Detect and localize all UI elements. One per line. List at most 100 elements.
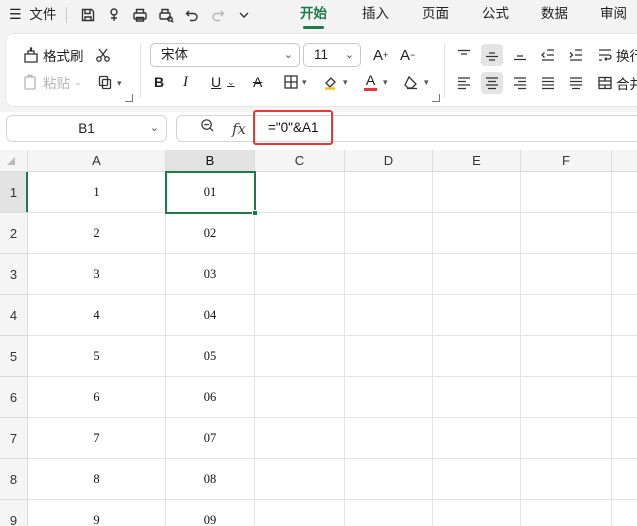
merge-cells-button[interactable]: 合并	[597, 72, 637, 94]
cell-c2[interactable]	[255, 213, 345, 254]
font-name-select[interactable]: 宋体 ⌄	[150, 43, 300, 67]
font-color-button[interactable]: A	[364, 71, 377, 93]
save-icon[interactable]	[78, 5, 98, 25]
print-icon[interactable]	[130, 5, 150, 25]
cell-b4[interactable]: 04	[166, 295, 255, 336]
cell-a4[interactable]: 4	[28, 295, 166, 336]
cell-e6[interactable]	[433, 377, 521, 418]
cell-g8[interactable]	[612, 459, 637, 500]
cell-e7[interactable]	[433, 418, 521, 459]
cell-d7[interactable]	[345, 418, 433, 459]
cell-e2[interactable]	[433, 213, 521, 254]
column-header-d[interactable]: D	[345, 150, 433, 172]
fill-color-icon[interactable]	[319, 71, 341, 93]
wrap-text-button[interactable]: 换行	[597, 44, 637, 66]
row-header-3[interactable]: 3	[0, 254, 28, 295]
paste-button[interactable]: 粘贴 ⌄	[22, 71, 82, 93]
decrease-indent-icon[interactable]	[537, 44, 559, 66]
cell-a5[interactable]: 5	[28, 336, 166, 377]
cell-b5[interactable]: 05	[166, 336, 255, 377]
cell-d5[interactable]	[345, 336, 433, 377]
cell-d3[interactable]	[345, 254, 433, 295]
cell-d9[interactable]	[345, 500, 433, 526]
borders-icon[interactable]	[280, 71, 302, 93]
cell-g2[interactable]	[612, 213, 637, 254]
align-bottom-icon[interactable]	[509, 44, 531, 66]
row-header-4[interactable]: 4	[0, 295, 28, 336]
cell-e8[interactable]	[433, 459, 521, 500]
bold-button[interactable]: B	[154, 71, 164, 93]
print-preview-icon[interactable]	[156, 5, 176, 25]
underline-button[interactable]: U ⌄	[211, 71, 235, 93]
cell-f6[interactable]	[521, 377, 612, 418]
column-header-e[interactable]: E	[433, 150, 521, 172]
clear-format-icon[interactable]	[400, 71, 422, 93]
zoom-out-icon[interactable]	[200, 118, 218, 138]
distributed-align-icon[interactable]	[565, 72, 587, 94]
cell-b3[interactable]: 03	[166, 254, 255, 295]
cell-g5[interactable]	[612, 336, 637, 377]
cell-a2[interactable]: 2	[28, 213, 166, 254]
copy-icon[interactable]	[94, 71, 116, 93]
cell-c9[interactable]	[255, 500, 345, 526]
cell-e1[interactable]	[433, 172, 521, 213]
cell-g1[interactable]	[612, 172, 637, 213]
cell-d1[interactable]	[345, 172, 433, 213]
cell-c7[interactable]	[255, 418, 345, 459]
cell-e4[interactable]	[433, 295, 521, 336]
row-header-1[interactable]: 1	[0, 172, 28, 213]
cell-c3[interactable]	[255, 254, 345, 295]
row-header-5[interactable]: 5	[0, 336, 28, 377]
cell-f4[interactable]	[521, 295, 612, 336]
tab-home[interactable]: 开始	[300, 0, 327, 30]
redo-icon[interactable]	[208, 5, 228, 25]
format-painter-button[interactable]: 格式刷	[22, 44, 84, 66]
undo-icon[interactable]	[182, 5, 202, 25]
column-header-f[interactable]: F	[521, 150, 612, 172]
cut-icon[interactable]	[92, 44, 114, 66]
fill-color-dropdown-icon[interactable]: ▾	[343, 71, 351, 93]
tab-data[interactable]: 数据	[541, 0, 568, 30]
cell-c5[interactable]	[255, 336, 345, 377]
cell-c8[interactable]	[255, 459, 345, 500]
cell-f5[interactable]	[521, 336, 612, 377]
cell-c6[interactable]	[255, 377, 345, 418]
spreadsheet-grid[interactable]: A B C D E F 1 1 01 2 2 02 3 3 03 4 4 04 5 5 05 6 6 06 7 7 07 8 8 08 9 9…	[0, 150, 637, 526]
row-header-9[interactable]: 9	[0, 500, 28, 526]
cell-b6[interactable]: 06	[166, 377, 255, 418]
cell-a7[interactable]: 7	[28, 418, 166, 459]
cell-a6[interactable]: 6	[28, 377, 166, 418]
row-header-6[interactable]: 6	[0, 377, 28, 418]
cell-a8[interactable]: 8	[28, 459, 166, 500]
cell-g6[interactable]	[612, 377, 637, 418]
cell-b8[interactable]: 08	[166, 459, 255, 500]
italic-button[interactable]: I	[183, 71, 188, 93]
cell-d8[interactable]	[345, 459, 433, 500]
column-header-g[interactable]	[612, 150, 637, 172]
font-color-dropdown-icon[interactable]: ▾	[383, 71, 391, 93]
cell-f7[interactable]	[521, 418, 612, 459]
cell-g4[interactable]	[612, 295, 637, 336]
strikethrough-button[interactable]: A	[253, 71, 262, 93]
cell-e3[interactable]	[433, 254, 521, 295]
cell-d4[interactable]	[345, 295, 433, 336]
justify-icon[interactable]	[537, 72, 559, 94]
fill-handle[interactable]	[252, 210, 258, 216]
tab-insert[interactable]: 插入	[362, 0, 389, 30]
cell-a3[interactable]: 3	[28, 254, 166, 295]
cell-f8[interactable]	[521, 459, 612, 500]
align-right-icon[interactable]	[509, 72, 531, 94]
main-menu-button[interactable]: ☰ 文件	[9, 0, 56, 30]
cell-g7[interactable]	[612, 418, 637, 459]
borders-dropdown-icon[interactable]: ▾	[302, 71, 310, 93]
cell-g3[interactable]	[612, 254, 637, 295]
cell-b7[interactable]: 07	[166, 418, 255, 459]
align-left-icon[interactable]	[453, 72, 475, 94]
cell-f2[interactable]	[521, 213, 612, 254]
cell-f1[interactable]	[521, 172, 612, 213]
tab-review[interactable]: 审阅	[600, 0, 627, 30]
row-header-2[interactable]: 2	[0, 213, 28, 254]
align-top-icon[interactable]	[453, 44, 475, 66]
cell-f3[interactable]	[521, 254, 612, 295]
cell-g9[interactable]	[612, 500, 637, 526]
